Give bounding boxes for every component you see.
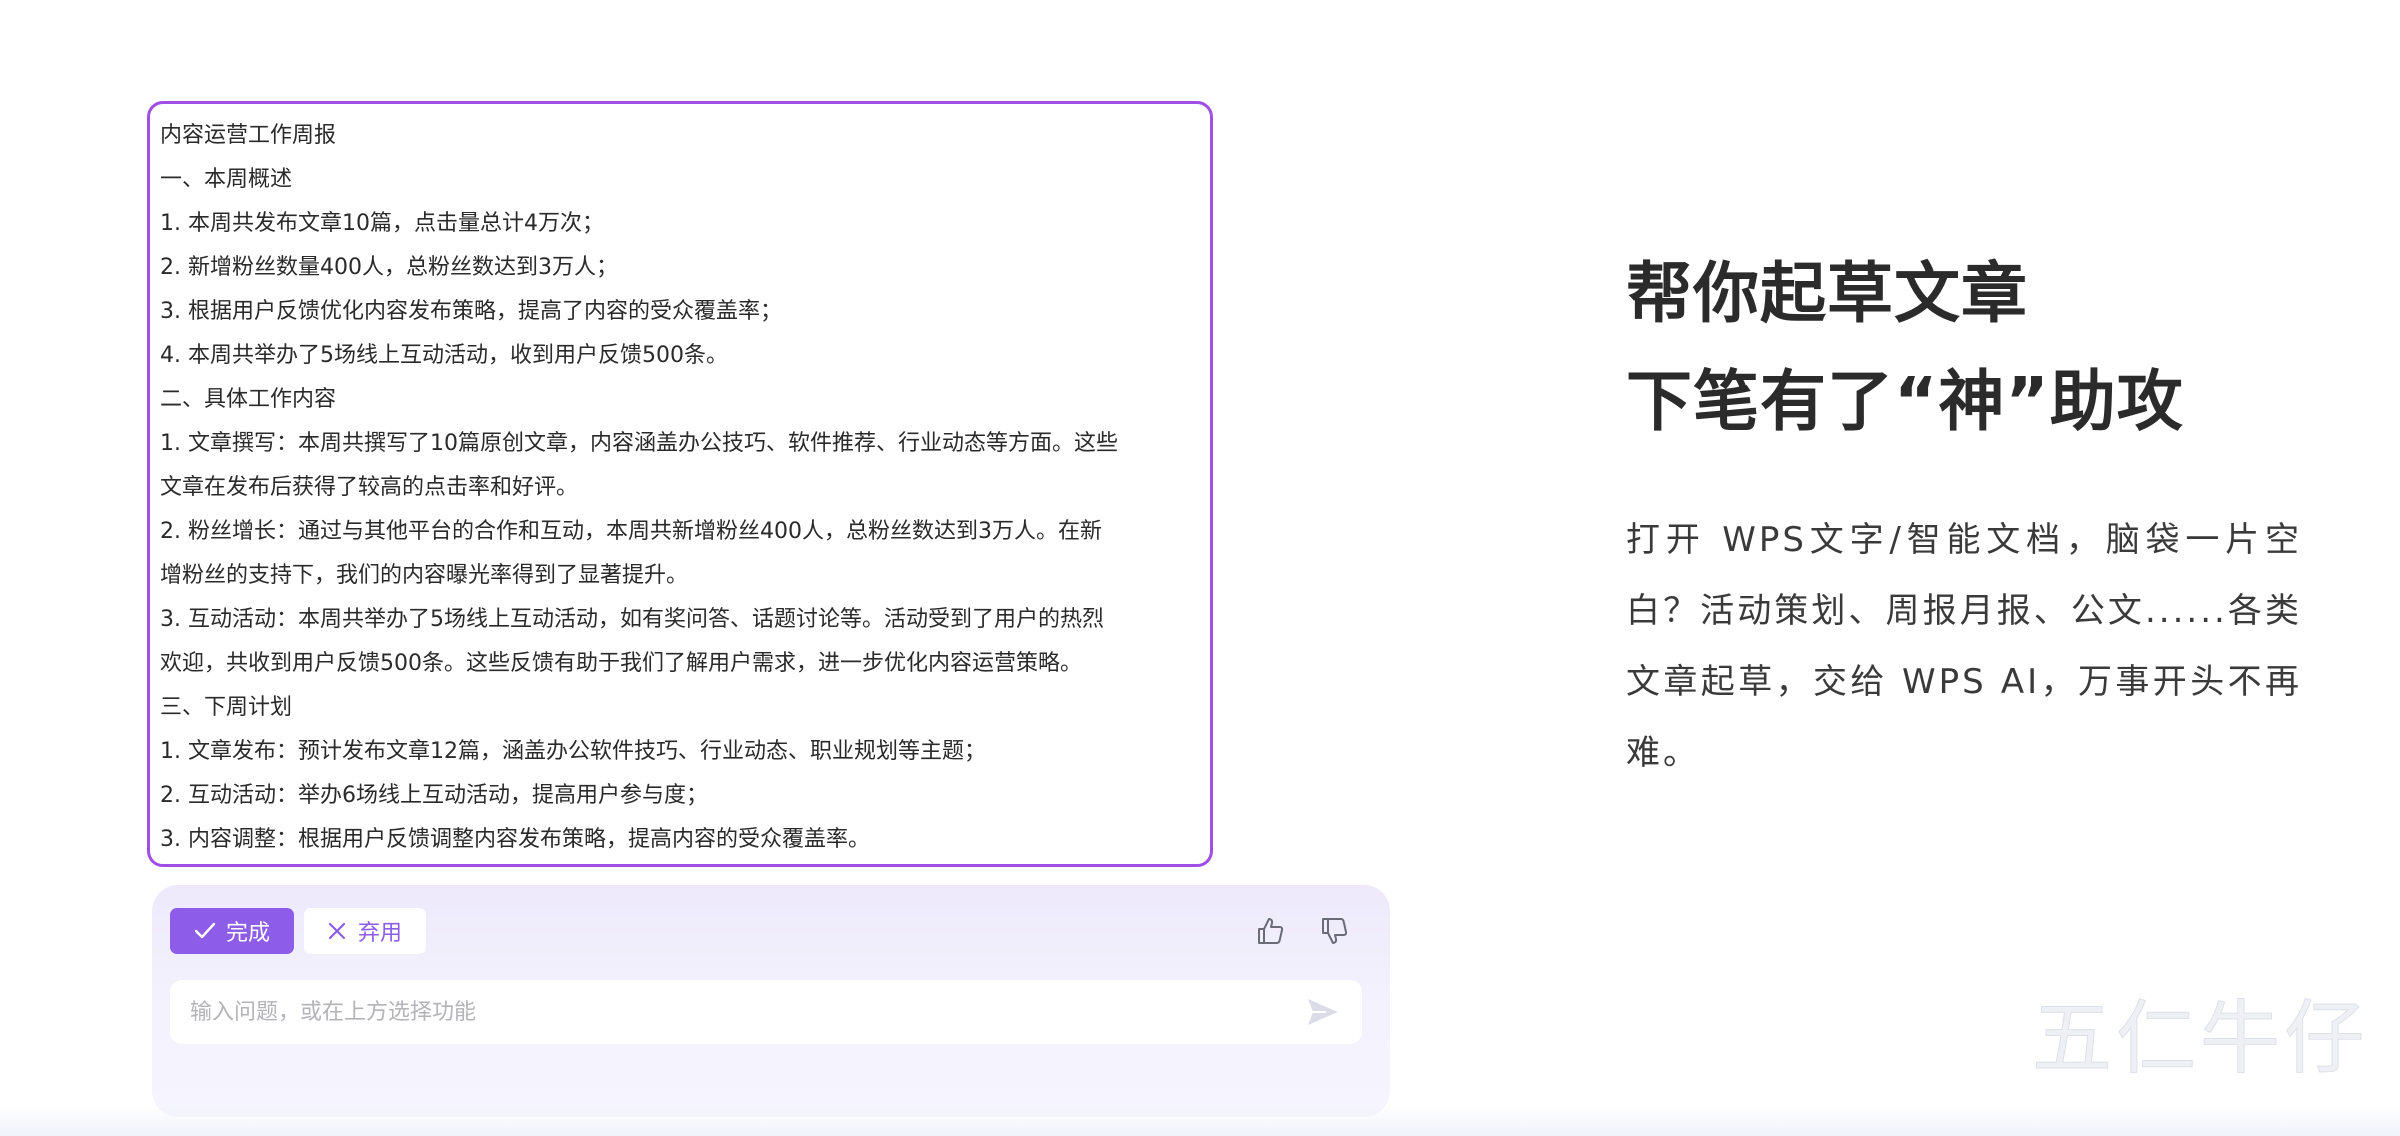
page: 内容运营工作周报 一、本周概述 1. 本周共发布文章10篇，点击量总计4万次； … <box>0 0 2400 1136</box>
close-icon <box>328 922 346 940</box>
discard-button[interactable]: 弃用 <box>304 908 426 954</box>
document-line: 4. 本周共举办了5场线上互动活动，收到用户反馈500条。 <box>160 343 728 368</box>
thumbs-down-icon <box>1322 918 1348 944</box>
document-line: 1. 本周共发布文章10篇，点击量总计4万次； <box>160 211 604 236</box>
document-line: 2. 粉丝增长：通过与其他平台的合作和互动，本周共新增粉丝400人，总粉丝数达到… <box>160 519 1102 544</box>
document-line: 3. 互动活动：本周共举办了5场线上互动活动，如有奖问答、话题讨论等。活动受到了… <box>160 607 1104 632</box>
headline-line-2: 下笔有了“神”助攻 <box>1626 363 2184 440</box>
dislike-button[interactable] <box>1314 911 1354 951</box>
document-line: 三、下周计划 <box>160 695 293 720</box>
thumbs-up-icon <box>1258 918 1284 944</box>
document-line: 1. 文章发布：预计发布文章12篇，涵盖办公软件技巧、行业动态、职业规划等主题； <box>160 739 986 764</box>
document-line: 2. 互动活动：举办6场线上互动活动，提高用户参与度； <box>160 783 708 808</box>
document-line: 1. 文章撰写：本周共撰写了10篇原创文章，内容涵盖办公技巧、软件推荐、行业动态… <box>160 431 1118 456</box>
question-input[interactable] <box>188 998 1282 1026</box>
document-title: 内容运营工作周报 <box>160 123 337 148</box>
document-line: 3. 根据用户反馈优化内容发布策略，提高了内容的受众覆盖率； <box>160 299 782 324</box>
document-line: 2. 新增粉丝数量400人，总粉丝数达到3万人； <box>160 255 618 280</box>
document-line: 欢迎，共收到用户反馈500条。这些反馈有助于我们了解用户需求，进一步优化内容运营… <box>160 651 1082 676</box>
headline-line-1: 帮你起草文章 <box>1626 255 2028 332</box>
send-icon[interactable] <box>1306 996 1340 1028</box>
generated-document[interactable]: 内容运营工作周报 一、本周概述 1. 本周共发布文章10篇，点击量总计4万次； … <box>147 101 1213 867</box>
question-input-box[interactable] <box>170 980 1362 1044</box>
document-line: 文章在发布后获得了较高的点击率和好评。 <box>160 475 579 500</box>
document-line: 3. 内容调整：根据用户反馈调整内容发布策略，提高内容的受众覆盖率。 <box>160 827 870 852</box>
watermark: 五仁牛仔 <box>2032 992 2368 1085</box>
bottom-fade <box>0 1106 2400 1136</box>
ai-assistant-panel: 完成 弃用 <box>152 885 1390 1117</box>
document-line: 一、本周概述 <box>160 167 293 192</box>
done-button-label: 完成 <box>225 921 270 946</box>
done-button[interactable]: 完成 <box>170 908 294 954</box>
marketing-headline: 帮你起草文章 下笔有了“神”助攻 <box>1626 240 2326 456</box>
document-line: 二、具体工作内容 <box>160 387 337 412</box>
like-button[interactable] <box>1250 911 1290 951</box>
check-icon <box>194 922 216 939</box>
document-line: 增粉丝的支持下，我们的内容曝光率得到了显著提升。 <box>160 563 689 588</box>
marketing-description: 打开 WPS文字/智能文档，脑袋一片空白？活动策划、周报月报、公文......各… <box>1626 520 2302 773</box>
discard-button-label: 弃用 <box>357 921 402 946</box>
